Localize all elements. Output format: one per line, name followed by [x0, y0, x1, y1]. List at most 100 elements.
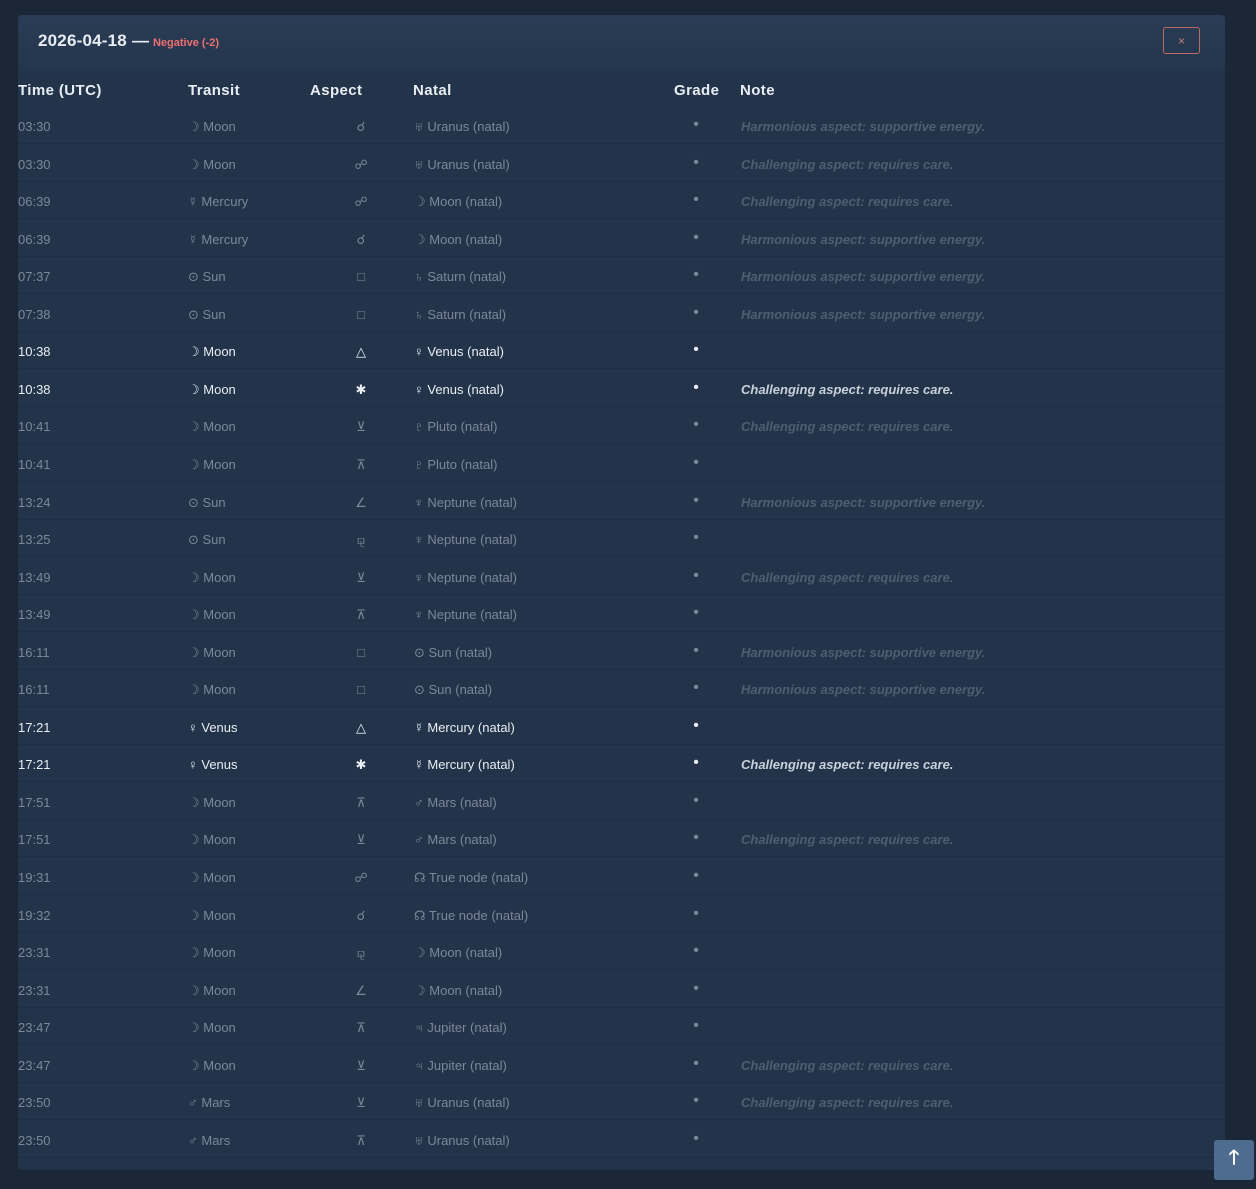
- aspect-symbol-icon: ☍: [354, 157, 368, 172]
- aspect-symbol-icon: ✱: [355, 757, 367, 772]
- row-note: Harmonious aspect: supportive energy.: [741, 682, 986, 697]
- row-time: 07:37: [18, 269, 51, 284]
- grade-dot-icon: •: [693, 492, 699, 509]
- column-header-transit: Transit: [188, 82, 240, 99]
- table-row: 17:51 ☽ Moon ⊼ ♂ Mars (natal) •: [18, 783, 1225, 820]
- table-row: 13:25 ⊙ Sun ⚼ ♆ Neptune (natal) •: [18, 520, 1225, 557]
- aspect-symbol-icon: ⊻: [356, 832, 366, 847]
- row-transit: ☽ Moon: [188, 382, 236, 397]
- row-transit: ☽ Moon: [188, 908, 236, 923]
- row-note: Challenging aspect: requires care.: [741, 419, 954, 434]
- grade-dot-icon: •: [693, 829, 699, 846]
- column-header-grade: Grade: [674, 82, 720, 99]
- close-button[interactable]: ×: [1163, 27, 1200, 54]
- row-transit: ⊙ Sun: [188, 269, 226, 284]
- date-label: 2026-04-18: [38, 31, 127, 50]
- aspect-symbol-icon: ⊼: [356, 795, 366, 810]
- row-transit: ⊙ Sun: [188, 532, 226, 547]
- row-note: Harmonious aspect: supportive energy.: [741, 645, 986, 660]
- table-header: Time (UTC) Transit Aspect Natal Grade No…: [18, 80, 1225, 102]
- row-time: 07:38: [18, 307, 51, 322]
- row-transit: ☽ Moon: [188, 157, 236, 172]
- row-natal: ♂ Mars (natal): [414, 832, 497, 847]
- row-time: 17:51: [18, 795, 51, 810]
- row-transit: ☽ Moon: [188, 1020, 236, 1035]
- table-row: 10:38 ☽ Moon △ ♀ Venus (natal) •: [18, 332, 1225, 369]
- row-time: 13:49: [18, 570, 51, 585]
- grade-dot-icon: •: [693, 304, 699, 321]
- table-row: 19:32 ☽ Moon ☌ ☊ True node (natal) •: [18, 896, 1225, 933]
- table-row: 16:11 ☽ Moon □ ⊙ Sun (natal) • Harmonious asp…: [18, 670, 1225, 707]
- grade-dot-icon: •: [693, 604, 699, 621]
- row-natal: ♂ Mars (natal): [414, 795, 497, 810]
- row-transit: ☽ Moon: [188, 1058, 236, 1073]
- grade-dot-icon: •: [693, 754, 699, 771]
- row-time: 03:30: [18, 119, 51, 134]
- row-time: 23:47: [18, 1020, 51, 1035]
- row-transit: ☿ Mercury: [188, 232, 249, 247]
- row-time: 23:31: [18, 983, 51, 998]
- row-natal: ☿ Mercury (natal): [414, 720, 515, 735]
- row-note: Harmonious aspect: supportive energy.: [741, 495, 986, 510]
- grade-dot-icon: •: [693, 266, 699, 283]
- row-transit: ☽ Moon: [188, 645, 236, 660]
- row-time: 19:32: [18, 908, 51, 923]
- row-transit: ☽ Moon: [188, 419, 236, 434]
- row-transit: ☽ Moon: [188, 607, 236, 622]
- table-row: 23:50 ♂ Mars ⊻ ♅ Uranus (natal) • Challenging…: [18, 1083, 1225, 1120]
- row-time: 16:11: [18, 645, 50, 660]
- row-natal: ⊙ Sun (natal): [414, 645, 493, 660]
- row-natal: ♆ Neptune (natal): [414, 607, 517, 622]
- row-note: Challenging aspect: requires care.: [741, 1058, 954, 1073]
- row-time: 13:49: [18, 607, 51, 622]
- table-row: 07:38 ⊙ Sun □ ♄ Saturn (natal) • Harmonious a…: [18, 295, 1225, 332]
- scroll-to-top-button[interactable]: 🡑: [1214, 1140, 1254, 1180]
- aspect-symbol-icon: ⊼: [356, 1020, 366, 1035]
- grade-dot-icon: •: [693, 116, 699, 133]
- grade-dot-icon: •: [693, 1055, 699, 1072]
- table-row: 19:31 ☽ Moon ☍ ☊ True node (natal) •: [18, 858, 1225, 895]
- row-time: 19:31: [18, 870, 51, 885]
- row-transit: ☽ Moon: [188, 682, 236, 697]
- row-note: Challenging aspect: requires care.: [741, 570, 954, 585]
- grade-dot-icon: •: [693, 529, 699, 546]
- row-note: Challenging aspect: requires care.: [741, 382, 954, 397]
- table-row: 23:47 ☽ Moon ⊻ ♃ Jupiter (natal) • Challengin…: [18, 1046, 1225, 1083]
- table-row: 07:37 ⊙ Sun □ ♄ Saturn (natal) • Harmonious a…: [18, 257, 1225, 294]
- row-transit: ☽ Moon: [188, 945, 236, 960]
- table-row: 13:49 ☽ Moon ⊼ ♆ Neptune (natal) •: [18, 595, 1225, 632]
- column-header-note: Note: [740, 82, 775, 99]
- row-note: Challenging aspect: requires care.: [741, 1095, 954, 1110]
- table-row: 06:39 ☿ Mercury ☌ ☽ Moon (natal) • Harmonious…: [18, 220, 1225, 257]
- column-header-natal: Natal: [413, 82, 452, 99]
- grade-dot-icon: •: [693, 679, 699, 696]
- aspect-symbol-icon: □: [357, 645, 365, 660]
- grade-dot-icon: •: [693, 717, 699, 734]
- day-detail-panel: 2026-04-18 — Negative (-2) × Time (UTC) …: [18, 15, 1225, 1170]
- grade-dot-icon: •: [693, 341, 699, 358]
- aspect-symbol-icon: ⊼: [356, 1133, 366, 1148]
- grade-dot-icon: •: [693, 867, 699, 884]
- table-row: 23:50 ♂ Mars ⊼ ♅ Uranus (natal) •: [18, 1121, 1225, 1158]
- row-time: 23:31: [18, 945, 51, 960]
- grade-dot-icon: •: [693, 416, 699, 433]
- table-row: 13:49 ☽ Moon ⊻ ♆ Neptune (natal) • Challengin…: [18, 558, 1225, 595]
- aspect-symbol-icon: ⊼: [356, 457, 366, 472]
- row-natal: ♅ Uranus (natal): [414, 1133, 510, 1148]
- aspect-symbol-icon: ⚼: [356, 532, 366, 547]
- row-transit: ☽ Moon: [188, 457, 236, 472]
- table-row: 03:30 ☽ Moon ☌ ♅ Uranus (natal) • Harmonious …: [18, 107, 1225, 144]
- aspect-symbol-icon: ☍: [354, 194, 368, 209]
- row-natal: ☽ Moon (natal): [414, 945, 503, 960]
- table-row: 17:21 ♀ Venus ✱ ☿ Mercury (natal) • Challengi…: [18, 745, 1225, 782]
- row-natal: ♀ Venus (natal): [414, 382, 504, 397]
- grade-dot-icon: •: [693, 1092, 699, 1109]
- column-header-aspect: Aspect: [310, 82, 363, 99]
- table-row: 23:31 ☽ Moon ⚼ ☽ Moon (natal) •: [18, 933, 1225, 970]
- table-row: 13:24 ⊙ Sun ∠ ♆ Neptune (natal) • Harmonious …: [18, 483, 1225, 520]
- grade-dot-icon: •: [693, 1130, 699, 1147]
- row-time: 23:47: [18, 1058, 51, 1073]
- grade-dot-icon: •: [693, 567, 699, 584]
- row-note: Challenging aspect: requires care.: [741, 757, 954, 772]
- row-time: 10:38: [18, 344, 51, 359]
